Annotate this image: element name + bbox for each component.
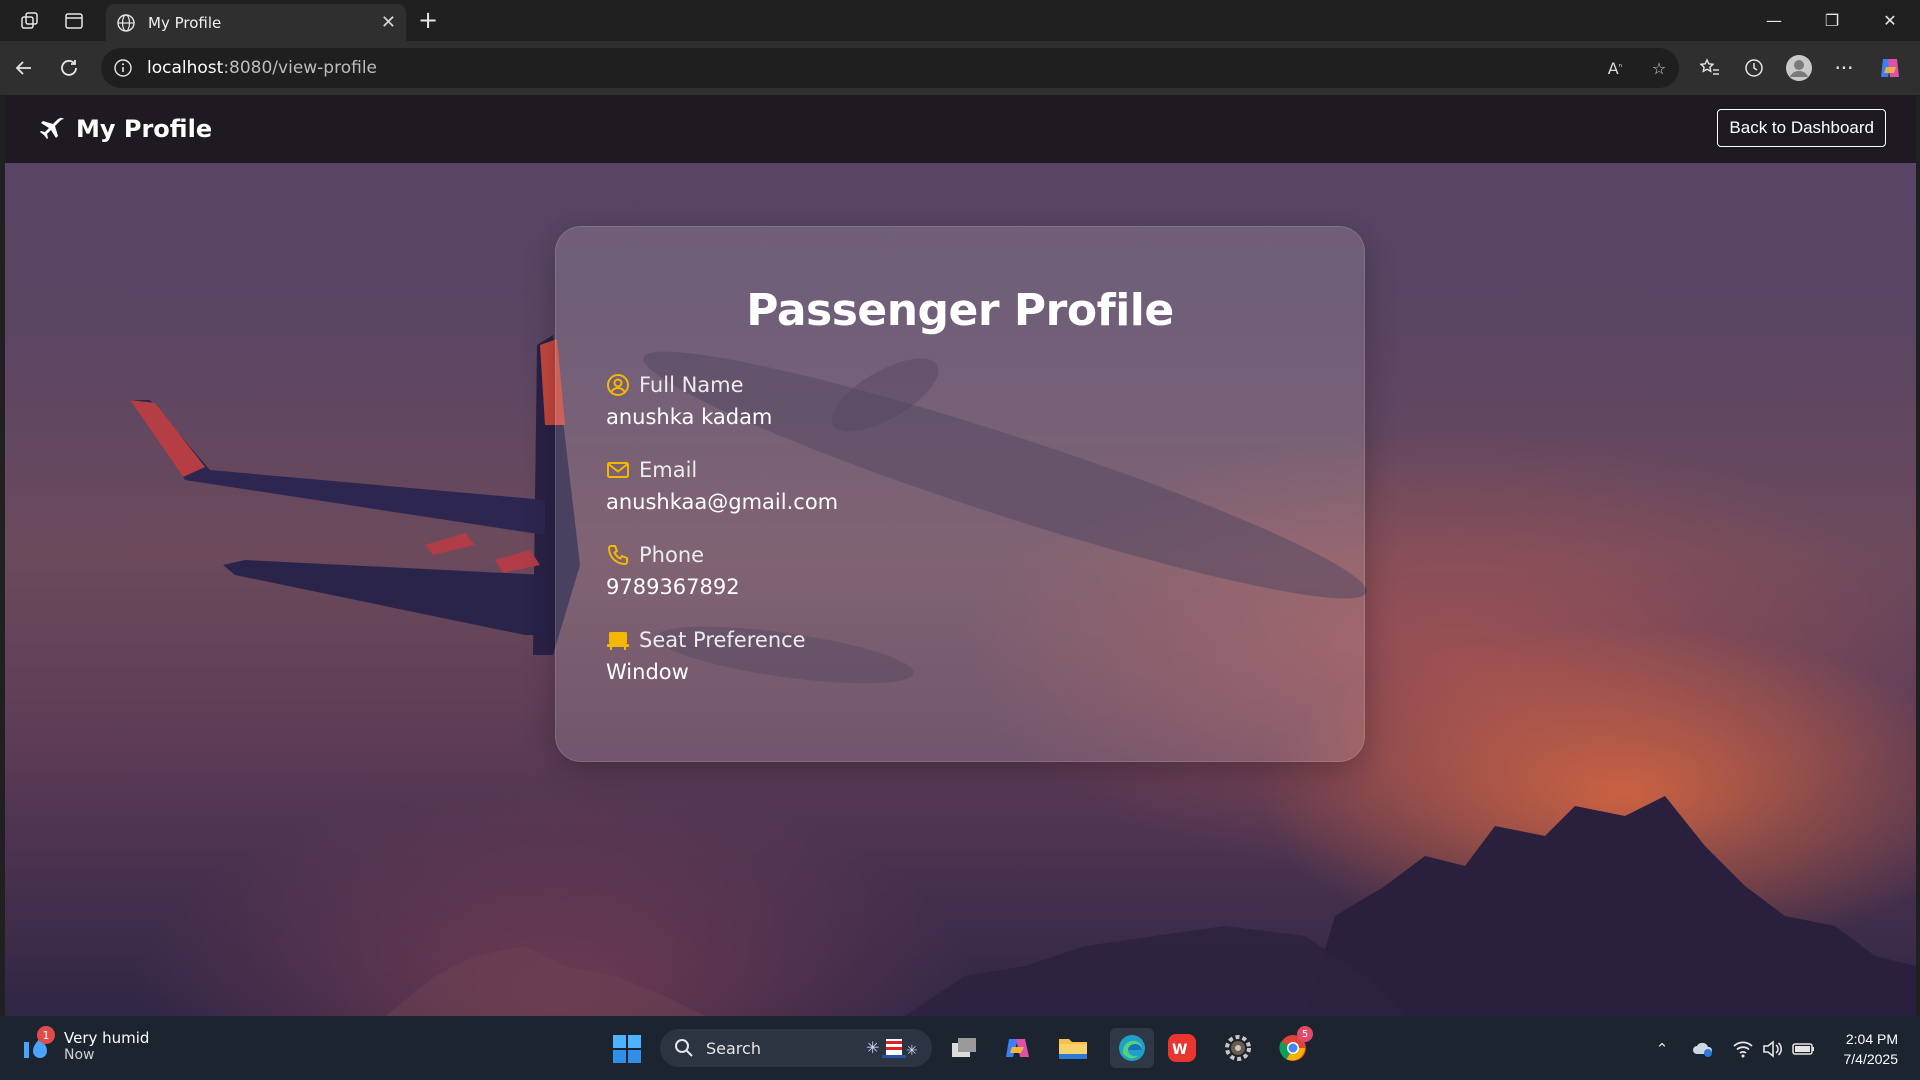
address-bar-row: localhost:8080/view-profile Aⁿ ☆ ··· <box>0 41 1920 95</box>
user-circle-icon <box>607 374 629 396</box>
field-value: Window <box>606 660 689 684</box>
copilot-app-icon[interactable] <box>1000 1030 1036 1066</box>
field-label: Phone <box>639 543 705 567</box>
favorites-icon[interactable] <box>1694 52 1726 84</box>
close-window-icon[interactable]: ✕ <box>1862 0 1918 41</box>
settings-gear-icon[interactable] <box>1220 1030 1256 1066</box>
clock-time: 2:04 PM <box>1845 1031 1898 1047</box>
weather-badge: 1 <box>37 1026 55 1044</box>
edge-browser-icon[interactable] <box>1110 1028 1154 1068</box>
svg-text:✳: ✳ <box>906 1043 918 1059</box>
favorite-star-icon[interactable]: ☆ <box>1641 48 1677 88</box>
workspaces-icon[interactable] <box>8 0 52 41</box>
wps-office-icon[interactable]: W <box>1164 1030 1200 1066</box>
card-title: Passenger Profile <box>746 285 1174 336</box>
phone-icon <box>608 545 628 565</box>
page-header: My Profile Back to Dashboard <box>5 95 1916 163</box>
seat-icon <box>607 632 629 650</box>
field-seat-preference: Seat Preference Window <box>606 628 806 684</box>
back-to-dashboard-button[interactable]: Back to Dashboard <box>1717 109 1886 147</box>
chrome-badge: 5 <box>1297 1026 1313 1042</box>
passenger-profile-card: Passenger Profile Full Name anushka kada… <box>555 226 1365 762</box>
back-arrow-icon[interactable] <box>8 52 40 84</box>
field-email: Email anushkaa@gmail.com <box>606 458 838 514</box>
task-view-icon[interactable] <box>946 1030 982 1066</box>
field-value: anushka kadam <box>606 405 773 429</box>
close-tab-icon[interactable]: ✕ <box>381 12 396 33</box>
field-label: Full Name <box>639 373 744 397</box>
show-hidden-icons-chevron-icon[interactable]: ⌃ <box>1649 1036 1675 1062</box>
field-phone: Phone 9789367892 <box>606 543 740 599</box>
svg-text:W: W <box>1172 1042 1187 1058</box>
browser-tab-bar: My Profile ✕ + — ❐ ✕ <box>0 0 1920 41</box>
system-clock[interactable]: 2:04 PM 7/4/2025 <box>1844 1029 1899 1069</box>
taskbar-search[interactable]: Search ✳ ✳ <box>660 1029 932 1067</box>
tab-title: My Profile <box>148 13 222 32</box>
copilot-icon[interactable] <box>1874 52 1906 84</box>
brand: My Profile <box>38 115 212 143</box>
weather-icon: 1 <box>22 1026 55 1064</box>
site-info-icon[interactable] <box>113 58 133 78</box>
history-icon[interactable] <box>1738 52 1770 84</box>
read-aloud-icon[interactable]: Aⁿ <box>1597 48 1633 88</box>
volume-icon[interactable] <box>1760 1036 1786 1062</box>
clock-date: 7/4/2025 <box>1843 1051 1899 1067</box>
minimize-icon[interactable]: — <box>1746 0 1802 41</box>
new-tab-icon[interactable]: + <box>414 6 442 34</box>
url-path: :8080/view-profile <box>223 58 378 78</box>
fireworks-hat-icon: ✳ ✳ <box>866 1038 918 1059</box>
address-bar[interactable]: localhost:8080/view-profile Aⁿ ☆ <box>101 48 1679 88</box>
field-value: 9789367892 <box>606 575 740 599</box>
search-label: Search <box>706 1038 761 1058</box>
airplane-icon <box>40 117 64 139</box>
file-explorer-icon[interactable] <box>1055 1030 1091 1066</box>
battery-icon[interactable] <box>1791 1036 1817 1062</box>
field-full-name: Full Name anushka kadam <box>606 373 772 429</box>
svg-text:✳: ✳ <box>866 1038 879 1057</box>
search-icon <box>675 1039 693 1057</box>
chrome-browser-icon[interactable]: 5 <box>1275 1026 1313 1066</box>
globe-icon <box>117 13 135 32</box>
field-label: Email <box>639 458 698 482</box>
url-host: localhost <box>147 58 224 78</box>
weather-subtitle: Now <box>64 1047 95 1063</box>
field-value: anushkaa@gmail.com <box>606 490 839 514</box>
onedrive-icon[interactable] <box>1690 1036 1716 1062</box>
vertical-tabs-icon[interactable] <box>52 0 96 41</box>
brand-title: My Profile <box>76 115 213 143</box>
profile-page: My Profile Back to Dashboard Passenger P… <box>5 95 1916 1016</box>
windows-taskbar: 1 Very humid Now Search ✳ ✳ W 5 ⌃ 2:04 P… <box>0 1016 1920 1080</box>
restore-icon[interactable]: ❐ <box>1804 0 1860 41</box>
tab-my-profile[interactable]: My Profile ✕ <box>106 4 406 41</box>
refresh-icon[interactable] <box>53 52 85 84</box>
weather-title: Very humid <box>64 1029 150 1047</box>
envelope-icon <box>607 462 629 478</box>
windows-start-icon[interactable] <box>612 1034 642 1064</box>
wifi-icon[interactable] <box>1730 1036 1756 1062</box>
more-menu-icon[interactable]: ··· <box>1828 52 1860 84</box>
profile-avatar-icon[interactable] <box>1783 52 1815 84</box>
field-label: Seat Preference <box>639 628 806 652</box>
weather-widget[interactable]: 1 Very humid Now <box>22 1026 150 1064</box>
